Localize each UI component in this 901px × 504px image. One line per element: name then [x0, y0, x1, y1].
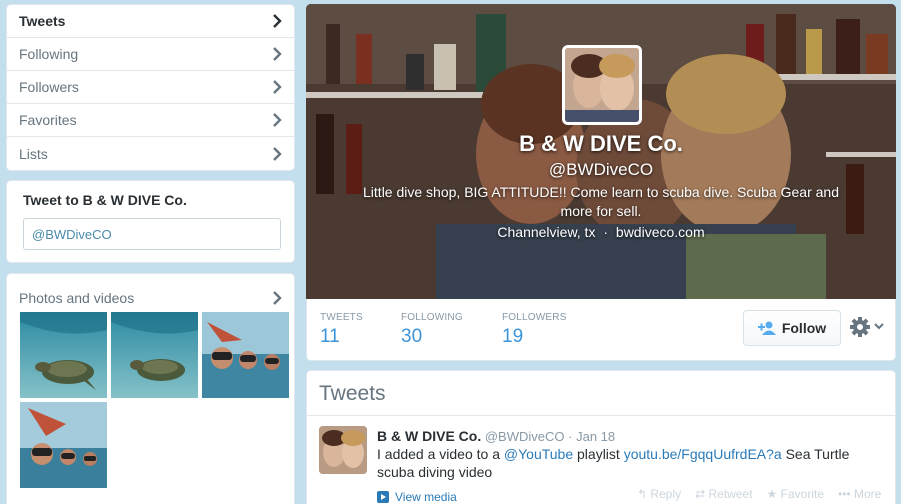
- profile-location: Channelview, tx: [497, 224, 596, 240]
- retweet-button[interactable]: ⇄ Retweet: [695, 487, 752, 501]
- divers-image: [202, 312, 289, 398]
- tweets-timeline: Tweets B & W DIVE Co. @BWDiveCO · Jan 18…: [306, 370, 896, 504]
- url-link[interactable]: youtu.be/FgqqUufrdEA?a: [624, 446, 782, 462]
- profile-website-link[interactable]: bwdiveco.com: [616, 224, 705, 240]
- photos-videos-module: Photos and videos: [6, 273, 295, 504]
- stat-label: FOLLOWERS: [502, 312, 567, 323]
- more-button[interactable]: ••• More: [838, 487, 881, 501]
- timeline-title: Tweets: [307, 371, 895, 416]
- stat-label: TWEETS: [320, 312, 363, 323]
- avatar-image: [319, 426, 367, 474]
- photos-header[interactable]: Photos and videos: [7, 274, 294, 314]
- avatar-image: [565, 48, 639, 122]
- separator-dot: ·: [568, 429, 573, 444]
- stat-label: FOLLOWING: [401, 312, 463, 323]
- chevron-right-icon: [273, 80, 282, 94]
- profile-name: B & W DIVE Co.: [519, 131, 683, 156]
- stat-tweets[interactable]: TWEETS 11: [320, 312, 363, 348]
- divers-image: [20, 402, 107, 488]
- tweet-header: B & W DIVE Co. @BWDiveCO · Jan 18: [377, 428, 615, 444]
- more-label: More: [853, 487, 882, 501]
- tweet-text-part: playlist: [577, 446, 620, 462]
- play-icon: [377, 491, 389, 503]
- chevron-right-icon: [273, 14, 282, 28]
- separator-dot: ·: [603, 224, 609, 240]
- retweet-label: Retweet: [708, 487, 753, 501]
- nav-item-tweets[interactable]: Tweets: [7, 5, 294, 38]
- star-icon: ★: [766, 487, 778, 501]
- gear-dropdown-button[interactable]: [850, 316, 888, 338]
- stat-following[interactable]: FOLLOWING 30: [401, 312, 463, 348]
- profile-stats-bar: TWEETS 11 FOLLOWING 30 FOLLOWERS 19 Foll…: [306, 299, 896, 361]
- nav-item-label: Favorites: [19, 112, 77, 128]
- nav-item-label: Following: [19, 46, 79, 62]
- profile-header-banner: B & W DIVE Co. @BWDiveCO Little dive sho…: [306, 4, 896, 299]
- mention-link[interactable]: @YouTube: [504, 446, 573, 462]
- tweet-text: I added a video to a @YouTube playlist y…: [377, 445, 877, 481]
- tweet-text-part: I added a video to a: [377, 446, 500, 462]
- tweet-actions: ↰ Reply ⇄ Retweet ★ Favorite ••• More: [637, 487, 881, 501]
- photo-thumbnail[interactable]: [20, 312, 107, 398]
- reply-icon: ↰: [637, 487, 648, 501]
- favorite-label: Favorite: [780, 487, 824, 501]
- gear-icon: [850, 317, 884, 337]
- profile-nav: Tweets Following Followers Favorites Lis…: [6, 4, 295, 171]
- tweet-to-input[interactable]: @BWDiveCO: [23, 218, 281, 250]
- retweet-icon: ⇄: [695, 487, 706, 501]
- chevron-right-icon: [273, 146, 282, 161]
- photos-title: Photos and videos: [19, 290, 135, 306]
- view-media-link[interactable]: View media: [377, 490, 457, 504]
- chevron-right-icon: [273, 113, 282, 127]
- stat-value: 19: [502, 326, 524, 347]
- tweet-author-handle[interactable]: @BWDiveCO: [485, 429, 565, 444]
- nav-item-lists[interactable]: Lists: [7, 137, 294, 170]
- tweet-to-module: Tweet to B & W DIVE Co. @BWDiveCO: [6, 180, 295, 263]
- tweet-author-name[interactable]: B & W DIVE Co.: [377, 428, 481, 444]
- more-icon: •••: [838, 487, 851, 501]
- chevron-right-icon: [273, 291, 282, 305]
- add-user-icon: [757, 321, 776, 335]
- tweet-date[interactable]: Jan 18: [576, 429, 615, 444]
- profile-avatar[interactable]: [562, 45, 642, 125]
- profile-bio: Little dive shop, BIG ATTITUDE!! Come le…: [363, 184, 839, 219]
- chevron-down-icon: [874, 323, 884, 330]
- chevron-right-icon: [273, 47, 282, 61]
- stat-followers[interactable]: FOLLOWERS 19: [502, 312, 567, 348]
- photo-thumbnail[interactable]: [20, 402, 107, 488]
- nav-item-label: Lists: [19, 145, 48, 162]
- photo-thumbnail[interactable]: [202, 312, 289, 398]
- tweet-avatar[interactable]: [319, 426, 367, 474]
- follow-label: Follow: [781, 320, 827, 336]
- nav-item-label: Followers: [19, 79, 79, 95]
- view-media-label: View media: [395, 490, 457, 504]
- reply-label: Reply: [650, 487, 682, 501]
- tweet-to-title: Tweet to B & W DIVE Co.: [23, 192, 187, 208]
- nav-item-favorites[interactable]: Favorites: [7, 104, 294, 137]
- nav-item-following[interactable]: Following: [7, 38, 294, 71]
- stat-value: 30: [401, 326, 423, 347]
- favorite-button[interactable]: ★ Favorite: [767, 487, 824, 501]
- reply-button[interactable]: ↰ Reply: [637, 487, 681, 501]
- nav-item-followers[interactable]: Followers: [7, 71, 294, 104]
- profile-handle: @BWDiveCO: [548, 160, 654, 179]
- nav-item-label: Tweets: [19, 13, 66, 29]
- stat-value: 11: [320, 326, 340, 347]
- follow-button[interactable]: Follow: [743, 310, 841, 346]
- sea-turtle-image: [20, 312, 107, 398]
- photo-thumbnail[interactable]: [111, 312, 198, 398]
- profile-location-line: Channelview, tx · bwdiveco.com: [306, 224, 896, 240]
- sea-turtle-image: [111, 312, 198, 398]
